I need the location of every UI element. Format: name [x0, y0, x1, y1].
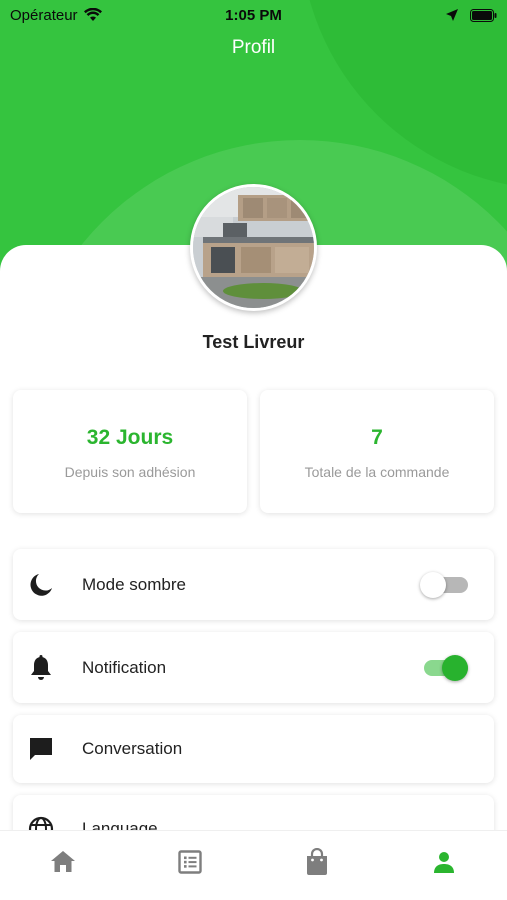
nav-home[interactable] [33, 837, 93, 887]
dark-mode-toggle[interactable] [420, 571, 468, 598]
profile-icon [433, 851, 454, 873]
notification-toggle[interactable] [424, 654, 468, 681]
avatar-image [193, 187, 314, 308]
setting-label: Notification [82, 657, 167, 677]
stat-value: 7 [371, 426, 383, 449]
home-icon [51, 850, 76, 872]
bell-icon [27, 654, 55, 682]
nav-orders-list[interactable] [160, 837, 220, 887]
setting-label: Mode sombre [82, 574, 186, 594]
bag-icon [306, 847, 327, 875]
stat-label: Totale de la commande [304, 464, 450, 480]
setting-conversation[interactable]: Conversation [13, 715, 494, 783]
stat-card-membership: 32 Jours Depuis son adhésion [13, 390, 247, 513]
setting-dark-mode[interactable]: Mode sombre [13, 549, 494, 620]
bottom-nav [0, 830, 507, 900]
setting-label: Conversation [82, 739, 183, 758]
stat-card-orders: 7 Totale de la commande [260, 390, 494, 513]
moon-icon [27, 571, 55, 599]
chat-icon [27, 735, 55, 763]
status-time: 1:05 PM [225, 6, 282, 24]
setting-notification[interactable]: Notification [13, 632, 494, 703]
list-icon [178, 849, 202, 874]
user-name: Test Livreur [202, 332, 305, 352]
nav-shop[interactable] [287, 837, 347, 887]
avatar[interactable] [190, 184, 317, 311]
toggle-knob [420, 571, 446, 598]
nav-profile[interactable] [414, 837, 474, 887]
stat-label: Depuis son adhésion [64, 464, 196, 480]
toggle-knob [442, 654, 468, 681]
status-bar: Opérateur 1:05 PM [0, 0, 507, 30]
page-title: Profil [231, 37, 276, 58]
stat-value: 32 Jours [86, 426, 174, 449]
